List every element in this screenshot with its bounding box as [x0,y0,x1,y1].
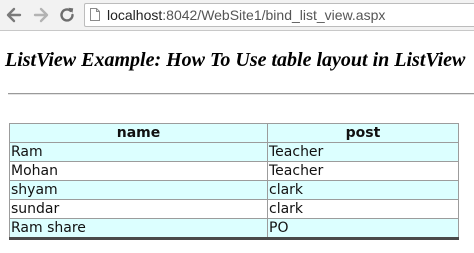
table-row: sundar clark [9,199,459,219]
table-row: Ram share PO [9,218,459,240]
column-header-name: name [9,123,268,143]
address-bar[interactable]: localhost:8042/WebSite1/bind_list_view.a… [84,3,474,27]
table-row: shyam clark [9,180,459,200]
column-header-post: post [267,123,459,143]
horizontal-rule [8,93,474,95]
cell-name: shyam [9,180,268,200]
forward-arrow-icon[interactable] [31,5,51,25]
cell-name: Mohan [9,161,268,181]
cell-name: sundar [9,199,268,219]
reload-icon[interactable] [57,5,77,25]
cell-name: Ram [9,142,268,162]
url-path: :8042/WebSite1/bind_list_view.aspx [162,7,386,23]
table-row: Ram Teacher [9,142,459,162]
back-arrow-icon[interactable] [4,5,24,25]
url-text[interactable]: localhost:8042/WebSite1/bind_list_view.a… [107,7,385,24]
cell-post: clark [267,180,459,200]
cell-post: Teacher [267,161,459,181]
url-host: localhost [107,7,163,23]
page-title: ListView Example: How To Use table layou… [5,49,466,71]
table-header-row: name post [9,123,459,143]
cell-name: Ram share [9,218,268,240]
page-icon [90,8,100,21]
listview-table: name post Ram Teacher Mohan Teacher shya… [9,123,459,240]
cell-post: clark [267,199,459,219]
table-row: Mohan Teacher [9,161,459,181]
cell-post: PO [267,218,459,240]
browser-toolbar: localhost:8042/WebSite1/bind_list_view.a… [0,0,474,31]
cell-post: Teacher [267,142,459,162]
